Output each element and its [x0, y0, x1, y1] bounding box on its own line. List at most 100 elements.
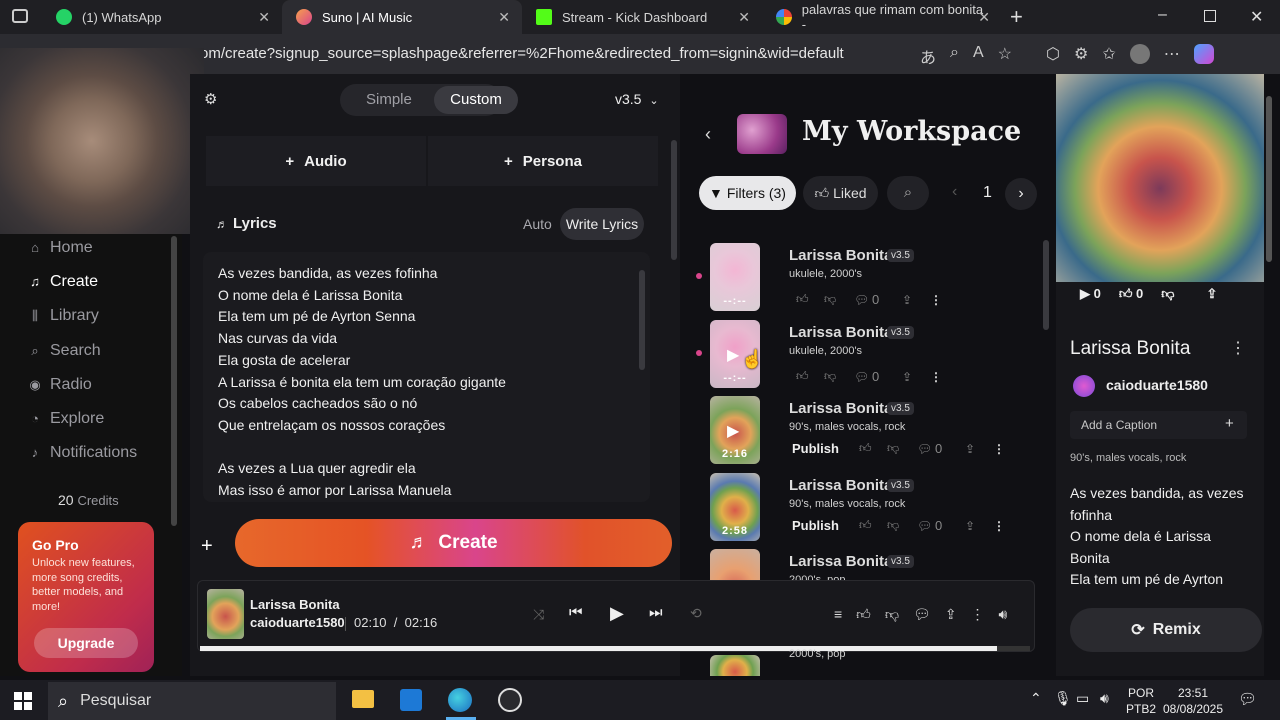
lyrics-scrollbar[interactable] [639, 270, 645, 370]
add-button[interactable]: + [201, 535, 213, 558]
notifications-icon[interactable]: 💬︎ [1238, 690, 1257, 708]
tray-chevron-icon[interactable]: ⌃ [1030, 690, 1042, 707]
minimize-icon[interactable]: – [1158, 6, 1167, 24]
copilot-icon[interactable] [1193, 44, 1214, 64]
repeat-icon[interactable]: ⟲ [690, 605, 702, 622]
song-row[interactable]: --:-- Larissa Bonita v3.5 ukulele, 2000's 👍︎… [682, 243, 1042, 317]
gear-icon[interactable]: ⚙ [204, 90, 217, 108]
workspace-scrollbar[interactable] [1043, 240, 1049, 330]
sidebar-scrollbar[interactable] [171, 236, 177, 526]
prev-page-icon[interactable]: ‹ [952, 183, 957, 201]
more-icon[interactable]: ⋯ [1164, 44, 1180, 68]
close-icon[interactable]: ✕ [978, 9, 990, 26]
share-icon[interactable]: ⇪ [945, 606, 957, 623]
comment-icon[interactable]: 💬︎ [913, 606, 931, 623]
extensions-icon[interactable]: ⬡ [1046, 44, 1060, 68]
new-tab-icon[interactable]: + [1010, 4, 1023, 30]
sidebar-item-explore[interactable]: ◔ Explore [28, 410, 104, 428]
filters-button[interactable]: ▼ Filters (3) [699, 176, 796, 210]
settings-icon[interactable]: ⚙ [1074, 44, 1088, 68]
remix-button[interactable]: ⟳ Remix [1070, 608, 1262, 652]
maximize-icon[interactable] [1204, 10, 1216, 22]
tab-suno[interactable]: Suno | AI Music ✕ [282, 0, 522, 34]
more-icon[interactable]: ⋮ [930, 293, 942, 307]
speaker-icon[interactable]: 🔊︎ [1100, 690, 1109, 707]
more-icon[interactable]: ⋮ [1230, 338, 1246, 358]
song-title[interactable]: Larissa Bonita [789, 247, 892, 264]
close-icon[interactable]: ✕ [738, 9, 750, 26]
like-count[interactable]: 👍︎ 0 [1119, 286, 1143, 302]
windows-start-icon[interactable] [14, 692, 32, 710]
network-icon[interactable]: ▭ [1076, 690, 1089, 707]
share-icon[interactable]: ⇪ [965, 519, 993, 533]
sidebar-item-radio[interactable]: ◉ Radio [28, 376, 91, 394]
thumbs-down-icon[interactable]: 👎︎ [887, 518, 917, 533]
create-button[interactable]: ♬ Create [235, 519, 672, 567]
song-title[interactable]: Larissa Bonita [789, 553, 892, 570]
song-title[interactable]: Larissa Bonita [789, 324, 892, 341]
share-icon[interactable]: ⇪ [902, 293, 930, 307]
progress-track[interactable] [200, 646, 1030, 651]
create-panel-scrollbar[interactable] [671, 140, 677, 260]
tab-whatsapp[interactable]: (1) WhatsApp ✕ [42, 0, 282, 34]
sidebar-item-create[interactable]: ♫ Create [28, 273, 98, 291]
sidebar-item-search[interactable]: ⌕ Search [28, 342, 100, 360]
song-row[interactable]: 2:58 Larissa Bonita v3.5 90's, males vocals… [682, 473, 1042, 547]
favorites-icon[interactable]: ✩ [1102, 44, 1115, 68]
text-icon[interactable]: A [973, 44, 984, 68]
zoom-icon[interactable]: ⌕ [950, 44, 959, 68]
close-icon[interactable]: ✕ [258, 9, 270, 26]
thumbs-up-icon[interactable]: 👍︎ [859, 441, 887, 456]
obs-icon[interactable] [498, 688, 522, 712]
comment-icon[interactable]: 💬︎ [917, 442, 935, 456]
close-window-icon[interactable]: ✕ [1250, 7, 1263, 27]
detail-username[interactable]: caioduarte1580 [1106, 377, 1208, 393]
lyrics-textarea[interactable]: As vezes bandida, as vezes fofinha O nome… [203, 252, 650, 502]
thumbs-down-icon[interactable]: 👎︎ [824, 292, 854, 307]
share-icon[interactable]: ⇪ [902, 370, 930, 384]
comment-icon[interactable]: 💬︎ [917, 519, 935, 533]
thumbs-up-icon[interactable]: 👍︎ [796, 292, 824, 307]
version-select[interactable]: v3.5 ⌄ [615, 91, 659, 107]
song-row[interactable]: Larissa Bonita v3.5 2000's, pop [682, 549, 1042, 580]
favorite-star-icon[interactable]: ☆ [998, 44, 1012, 68]
song-row[interactable]: ▶ 2:16 Larissa Bonita v3.5 90's, males vocal… [682, 396, 1042, 470]
play-icon[interactable]: ▶ [727, 421, 739, 441]
previous-icon[interactable]: ⏮ [569, 604, 583, 621]
workspace-search-button[interactable]: ⌕ [887, 176, 929, 210]
play-icon[interactable]: ▶ [727, 345, 739, 365]
sidebar-item-notifications[interactable]: ♪ Notifications [28, 444, 137, 462]
comment-icon[interactable]: 💬︎ [854, 293, 872, 307]
publish-button[interactable]: Publish [792, 441, 839, 456]
persona-button[interactable]: + Persona [428, 136, 658, 186]
mode-custom-tab[interactable]: Custom [434, 86, 518, 114]
edge-icon[interactable] [448, 688, 472, 712]
song-thumbnail[interactable] [710, 549, 760, 580]
play-icon[interactable]: ▶ [610, 603, 624, 624]
file-explorer-icon[interactable] [352, 690, 374, 708]
share-icon[interactable]: ⇪ [965, 442, 993, 456]
thumbs-down-icon[interactable]: 👎︎ [887, 441, 917, 456]
write-lyrics-button[interactable]: Write Lyrics [560, 208, 644, 240]
thumbs-up-icon[interactable]: 👍︎ [859, 518, 887, 533]
volume-icon[interactable]: 🔊︎ [999, 606, 1008, 623]
queue-icon[interactable]: ≡ [834, 606, 842, 623]
more-icon[interactable]: ⋮ [971, 606, 985, 623]
add-caption-button[interactable]: Add a Caption + [1070, 411, 1247, 439]
thumbs-up-icon[interactable]: 👍︎ [856, 606, 871, 623]
clock[interactable]: 23:51 08/08/2025 [1160, 685, 1226, 717]
song-title[interactable]: Larissa Bonita [789, 400, 892, 417]
auto-lyrics-button[interactable]: Auto [523, 216, 552, 232]
url-text[interactable]: om/create?signup_source=splashpage&refer… [200, 45, 844, 62]
store-icon[interactable] [400, 689, 422, 711]
more-icon[interactable]: ⋮ [993, 442, 1005, 456]
tab-google[interactable]: palavras que rimam com bonita - ✕ [762, 0, 1002, 34]
microphone-icon[interactable]: 🎙︎ [1054, 690, 1072, 707]
thumbs-up-icon[interactable]: 👍︎ [796, 369, 824, 384]
audio-button[interactable]: + Audio [206, 136, 426, 186]
song-title[interactable]: Larissa Bonita [789, 477, 892, 494]
more-icon[interactable]: ⋮ [993, 519, 1005, 533]
dislike-icon[interactable]: 👎︎ [1161, 286, 1174, 302]
thumbs-down-icon[interactable]: 👎︎ [885, 606, 899, 623]
user-avatar[interactable] [1073, 375, 1095, 397]
